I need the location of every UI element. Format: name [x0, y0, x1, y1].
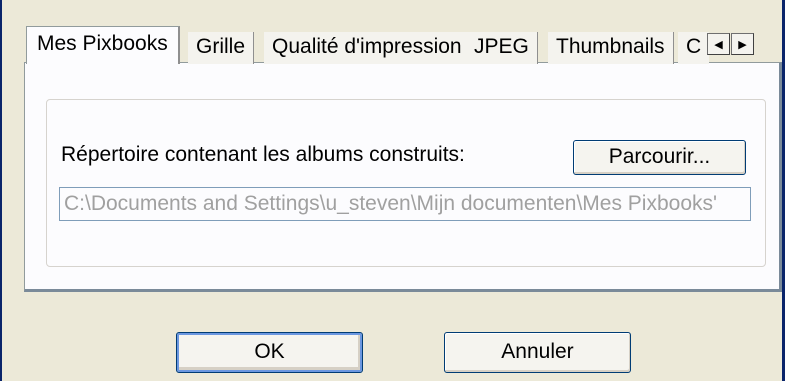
tab-grille[interactable]: Grille	[188, 32, 255, 64]
tab-mes-pixbooks[interactable]: Mes Pixbooks	[26, 26, 180, 64]
browse-button[interactable]: Parcourir...	[573, 140, 746, 175]
triangle-left-icon: ◀	[714, 38, 723, 51]
directory-label: Répertoire contenant les albums construi…	[61, 143, 465, 166]
tab-qualite-impression[interactable]: Qualité d'impression	[264, 32, 471, 64]
cancel-button[interactable]: Annuler	[444, 332, 631, 373]
directory-path-field[interactable]: C:\Documents and Settings\u_steven\Mijn …	[59, 187, 751, 221]
tab-truncated[interactable]: C	[678, 32, 710, 64]
tab-scroll-right-button[interactable]: ▶	[731, 33, 754, 55]
ok-button[interactable]: OK	[176, 332, 363, 373]
tab-jpeg[interactable]: JPEG	[466, 32, 538, 64]
triangle-right-icon: ▶	[738, 38, 747, 51]
settings-group-box	[46, 99, 766, 267]
tab-thumbnails[interactable]: Thumbnails	[548, 32, 674, 64]
tab-scroll-left-button[interactable]: ◀	[707, 33, 730, 55]
window-border-left	[0, 0, 2, 381]
tab-strip: Mes Pixbooks Grille Qualité d'impression…	[26, 26, 742, 64]
